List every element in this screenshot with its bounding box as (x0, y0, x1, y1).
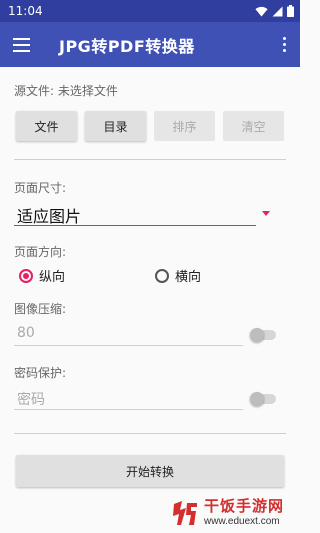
watermark-logo-icon (170, 498, 200, 528)
status-time: 11:04 (8, 4, 43, 18)
app-title: JPG转PDF转换器 (59, 36, 195, 56)
compression-label: 图像压缩: (14, 302, 67, 316)
compression-input[interactable]: 80 (17, 325, 35, 341)
radio-portrait-label: 纵向 (39, 270, 66, 285)
divider (14, 159, 286, 160)
radio-unchecked-icon[interactable] (155, 268, 169, 283)
status-bar: 11:04 (0, 0, 300, 22)
source-file-label: 源文件: 未选择文件 (14, 84, 118, 98)
watermark-url: www.eduext.com (204, 516, 280, 527)
signal-icon (272, 6, 283, 16)
password-switch[interactable] (250, 392, 278, 406)
orientation-label: 页面方向: (14, 245, 67, 259)
switch-thumb (250, 328, 264, 342)
sort-button[interactable]: 排序 (154, 111, 215, 141)
password-underline (14, 409, 243, 410)
password-input[interactable]: 密码 (17, 389, 45, 409)
password-label: 密码保护: (14, 366, 67, 380)
more-options-icon[interactable] (280, 37, 288, 52)
radio-portrait[interactable]: 纵向 (19, 266, 65, 285)
radio-checked-icon[interactable] (19, 268, 33, 283)
app-bar: JPG转PDF转换器 (0, 22, 300, 67)
clear-button[interactable]: 清空 (223, 111, 284, 141)
directory-button[interactable]: 目录 (85, 111, 146, 141)
battery-icon (287, 5, 294, 17)
start-conversion-button[interactable]: 开始转换 (16, 455, 284, 487)
watermark: 干饭手游网 www.eduext.com (170, 493, 300, 533)
dropdown-arrow-icon[interactable] (262, 211, 270, 216)
file-button[interactable]: 文件 (16, 111, 77, 141)
radio-landscape[interactable]: 横向 (155, 266, 201, 285)
compression-underline (14, 345, 243, 346)
hamburger-menu-icon[interactable] (13, 33, 37, 57)
status-icons (255, 5, 294, 17)
wifi-icon (255, 6, 268, 17)
compression-switch[interactable] (250, 328, 278, 342)
page-size-label: 页面尺寸: (14, 181, 67, 195)
radio-landscape-label: 横向 (175, 270, 202, 285)
divider (14, 433, 286, 434)
page-size-value: 适应图片 (17, 207, 82, 226)
spinner-underline (14, 225, 256, 226)
switch-thumb (250, 392, 264, 406)
watermark-title: 干饭手游网 (204, 497, 285, 515)
